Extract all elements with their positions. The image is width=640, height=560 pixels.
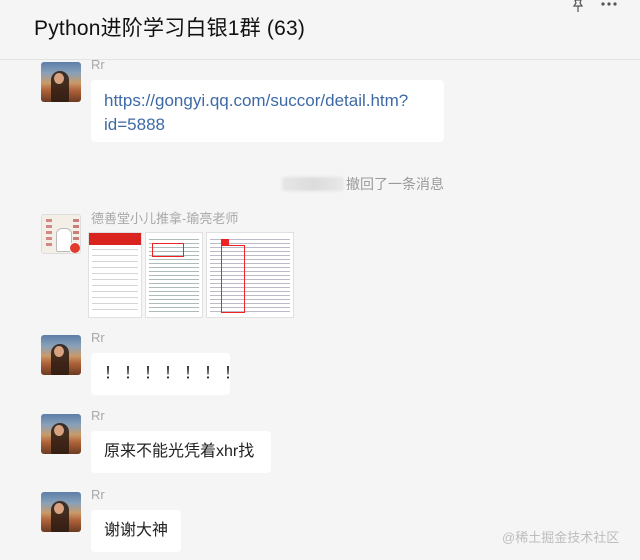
image-thumbnail[interactable] (145, 232, 203, 318)
sender-name: Rr (91, 57, 105, 72)
message-bubble-link[interactable]: https://gongyi.qq.com/succor/detail.htm?… (91, 80, 444, 142)
image-group[interactable] (88, 232, 294, 318)
recall-text: 撤回了一条消息 (346, 176, 444, 192)
link-text-line1[interactable]: https://gongyi.qq.com/succor/detail.htm? (104, 89, 431, 113)
title-bar: Python进阶学习白银1群 (63) (0, 0, 640, 60)
blurred-name (282, 177, 344, 191)
status-badge (69, 242, 80, 253)
sender-name: Rr (91, 330, 105, 345)
avatar[interactable] (41, 214, 81, 254)
message-bubble[interactable]: ！！！！！！！ (91, 353, 240, 395)
chat-title: Python进阶学习白银1群 (63) (34, 17, 306, 40)
pin-icon[interactable] (570, 0, 586, 12)
avatar[interactable] (41, 335, 81, 375)
avatar[interactable] (41, 62, 81, 102)
watermark: @稀土掘金技术社区 (502, 530, 620, 545)
sender-name: Rr (91, 408, 105, 423)
sender-name: Rr (91, 487, 105, 502)
more-icon[interactable] (600, 0, 618, 10)
image-thumbnail[interactable] (88, 232, 142, 318)
message-bubble[interactable]: 原来不能光凭着xhr找 (91, 431, 271, 473)
recall-notice: 撤回了一条消息 (282, 174, 444, 194)
avatar[interactable] (41, 492, 81, 532)
message-bubble[interactable]: 谢谢大神 (91, 510, 181, 552)
link-text-line2[interactable]: id=5888 (104, 113, 431, 137)
avatar[interactable] (41, 414, 81, 454)
sender-name: 德善堂小儿推拿-瑜亮老师 (91, 211, 239, 226)
image-thumbnail[interactable] (206, 232, 294, 318)
message-list[interactable]: Rr https://gongyi.qq.com/succor/detail.h… (0, 57, 640, 560)
